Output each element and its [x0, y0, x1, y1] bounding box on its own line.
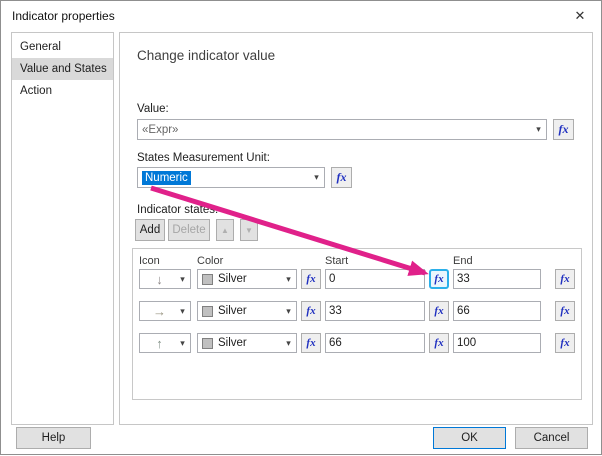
- indicator-states-label: Indicator states:: [137, 204, 219, 216]
- ok-button[interactable]: OK: [433, 427, 506, 449]
- color-combobox[interactable]: Silver ▾: [197, 301, 297, 321]
- end-input[interactable]: [453, 269, 541, 289]
- delete-state-button[interactable]: Delete: [168, 219, 210, 241]
- start-fx-button[interactable]: fx: [429, 333, 449, 353]
- start-fx-button[interactable]: fx: [429, 269, 449, 289]
- color-combobox[interactable]: Silver ▾: [197, 269, 297, 289]
- page-title: Change indicator value: [137, 48, 276, 63]
- cancel-button[interactable]: Cancel: [515, 427, 588, 449]
- chevron-down-icon[interactable]: ▾: [281, 270, 296, 288]
- unit-combobox[interactable]: Numeric ▾: [137, 167, 325, 188]
- right-arrow-icon: →: [153, 303, 166, 319]
- value-combobox[interactable]: «Expr» ▾: [137, 119, 547, 140]
- value-fx-button[interactable]: fx: [553, 119, 574, 140]
- unit-fx-button[interactable]: fx: [331, 167, 352, 188]
- states-toolbar: Add Delete ▲ ▼: [135, 219, 258, 241]
- chevron-down-icon[interactable]: ▾: [309, 168, 324, 187]
- states-table-header: Icon Color Start End: [139, 253, 575, 269]
- color-column-header: Color: [197, 255, 224, 267]
- unit-combobox-text: Numeric: [142, 170, 191, 185]
- icon-column-header: Icon: [139, 255, 160, 267]
- up-arrow-icon: ↑: [156, 335, 163, 351]
- start-input[interactable]: [325, 333, 425, 353]
- move-down-button[interactable]: ▼: [240, 219, 258, 241]
- color-swatch: [202, 337, 213, 349]
- chevron-down-icon[interactable]: ▾: [175, 302, 190, 320]
- end-fx-button[interactable]: fx: [555, 333, 575, 353]
- value-label: Value:: [137, 103, 169, 115]
- main-panel: Change indicator value Value: «Expr» ▾ f…: [119, 32, 593, 425]
- down-arrow-icon: ▼: [245, 225, 253, 235]
- end-input[interactable]: [453, 333, 541, 353]
- state-row: → ▾ Silver ▾ fx fx fx: [139, 301, 575, 321]
- start-column-header: Start: [325, 255, 349, 267]
- add-state-button[interactable]: Add: [135, 219, 165, 241]
- icon-combobox[interactable]: ↑ ▾: [139, 333, 191, 353]
- color-swatch: [202, 305, 213, 317]
- chevron-down-icon[interactable]: ▾: [175, 334, 190, 352]
- color-combobox-text: Silver: [218, 305, 247, 317]
- color-swatch: [202, 273, 213, 285]
- chevron-down-icon[interactable]: ▾: [531, 120, 546, 139]
- end-fx-button[interactable]: fx: [555, 269, 575, 289]
- unit-label: States Measurement Unit:: [137, 152, 270, 164]
- color-fx-button[interactable]: fx: [301, 301, 321, 321]
- sidebar-item-value-and-states[interactable]: Value and States: [12, 58, 113, 80]
- start-fx-button[interactable]: fx: [429, 301, 449, 321]
- down-arrow-icon: ↓: [156, 271, 163, 287]
- icon-combobox[interactable]: → ▾: [139, 301, 191, 321]
- close-icon[interactable]: ✕: [571, 7, 589, 25]
- chevron-down-icon[interactable]: ▾: [175, 270, 190, 288]
- color-fx-button[interactable]: fx: [301, 269, 321, 289]
- start-input[interactable]: [325, 301, 425, 321]
- state-row: ↑ ▾ Silver ▾ fx fx fx: [139, 333, 575, 353]
- state-row: ↓ ▾ Silver ▾ fx fx fx: [139, 269, 575, 289]
- states-table: Icon Color Start End ↓ ▾ Silver ▾ fx 0 f…: [132, 248, 582, 400]
- end-column-header: End: [453, 255, 473, 267]
- chevron-down-icon[interactable]: ▾: [281, 302, 296, 320]
- color-combobox[interactable]: Silver ▾: [197, 333, 297, 353]
- sidebar-item-action[interactable]: Action: [12, 80, 113, 102]
- sidebar-item-general[interactable]: General: [12, 36, 113, 58]
- move-up-button[interactable]: ▲: [216, 219, 234, 241]
- color-fx-button[interactable]: fx: [301, 333, 321, 353]
- chevron-down-icon[interactable]: ▾: [281, 334, 296, 352]
- dialog-title: Indicator properties: [12, 9, 115, 23]
- sidebar: General Value and States Action: [11, 32, 114, 425]
- color-combobox-text: Silver: [218, 273, 247, 285]
- end-fx-button[interactable]: fx: [555, 301, 575, 321]
- start-input[interactable]: [325, 269, 425, 289]
- indicator-properties-dialog: Indicator properties ✕ General Value and…: [0, 0, 602, 455]
- end-input[interactable]: [453, 301, 541, 321]
- help-button[interactable]: Help: [16, 427, 91, 449]
- color-combobox-text: Silver: [218, 337, 247, 349]
- value-combobox-text: «Expr»: [142, 123, 179, 136]
- up-arrow-icon: ▲: [221, 225, 229, 235]
- icon-combobox[interactable]: ↓ ▾: [139, 269, 191, 289]
